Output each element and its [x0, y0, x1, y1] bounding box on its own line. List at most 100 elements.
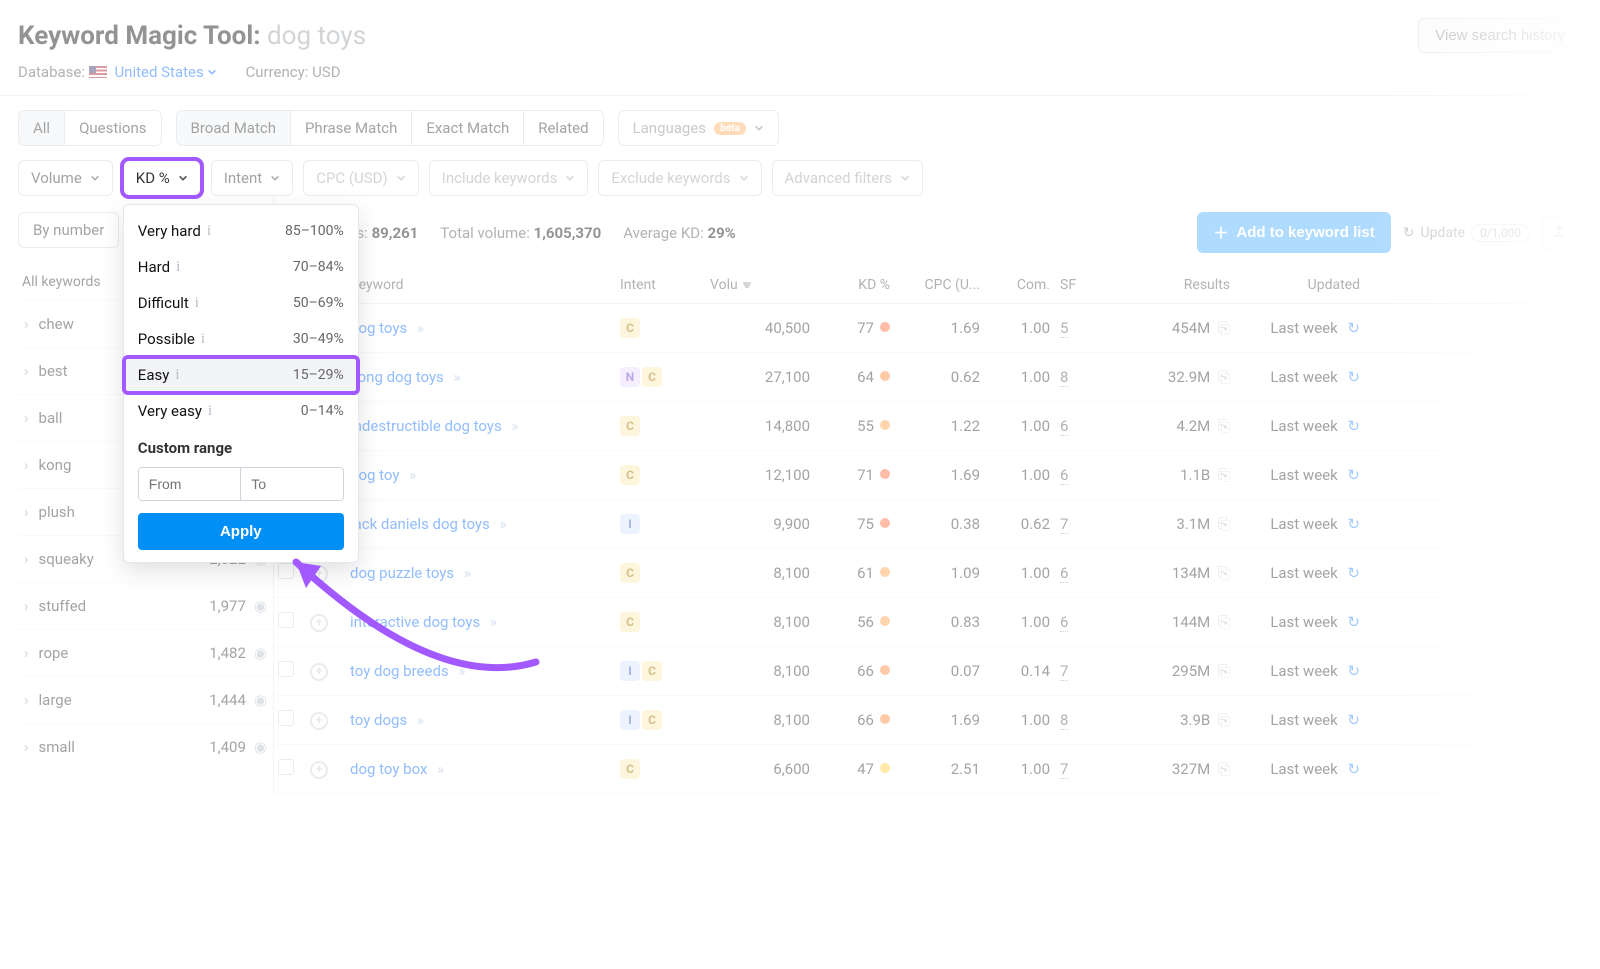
add-row-icon[interactable]: + — [310, 712, 328, 730]
tab-exact[interactable]: Exact Match — [412, 110, 524, 146]
add-row-icon[interactable]: + — [310, 761, 328, 779]
kd-option-possible[interactable]: Possible i30–49% — [124, 321, 358, 357]
refresh-row-icon[interactable]: ↻ — [1344, 515, 1360, 533]
filter-intent[interactable]: Intent — [211, 160, 293, 196]
export-button[interactable] — [1542, 216, 1576, 250]
tab-all[interactable]: All — [18, 110, 65, 146]
serp-icon[interactable]: ⎘ — [1214, 711, 1230, 729]
filter-cpc[interactable]: CPC (USD) — [303, 160, 419, 196]
filter-include[interactable]: Include keywords — [429, 160, 589, 196]
kd-option-easy[interactable]: Easy i15–29% — [124, 357, 358, 393]
com-cell: 0.14 — [990, 662, 1060, 680]
tab-phrase[interactable]: Phrase Match — [291, 110, 412, 146]
col-keyword[interactable]: Keyword — [350, 277, 620, 293]
add-to-keyword-list-button[interactable]: ＋ Add to keyword list — [1197, 212, 1390, 253]
languages-dropdown[interactable]: Languages beta — [618, 110, 779, 146]
row-checkbox[interactable] — [278, 612, 294, 628]
keyword-link[interactable]: interactive dog toys » — [350, 613, 497, 631]
keyword-link[interactable]: toy dog breeds » — [350, 662, 465, 680]
col-com[interactable]: Com. — [990, 277, 1060, 293]
kd-apply-button[interactable]: Apply — [138, 513, 344, 550]
sidebar-item-small[interactable]: ›small1,409◉ — [18, 723, 273, 770]
view-history-button[interactable]: View search history — [1418, 18, 1582, 53]
database-picker[interactable]: Database: United States — [18, 63, 217, 81]
sf-cell[interactable]: 6 — [1060, 564, 1120, 582]
table-row: +jack daniels dog toys »I9,900750.380.62… — [274, 500, 1582, 549]
keyword-link[interactable]: jack daniels dog toys » — [350, 515, 507, 533]
by-number-toggle[interactable]: By number — [18, 212, 119, 248]
refresh-row-icon[interactable]: ↻ — [1344, 613, 1360, 631]
serp-icon[interactable]: ⎘ — [1214, 760, 1230, 778]
sidebar-item-large[interactable]: ›large1,444◉ — [18, 676, 273, 723]
kd-option-very-hard[interactable]: Very hard i85–100% — [124, 213, 358, 249]
sf-cell[interactable]: 8 — [1060, 368, 1120, 386]
keyword-link[interactable]: dog toy » — [350, 466, 416, 484]
keyword-link[interactable]: indestructible dog toys » — [350, 417, 518, 435]
keyword-link[interactable]: dog toy box » — [350, 760, 444, 778]
refresh-row-icon[interactable]: ↻ — [1344, 319, 1360, 337]
serp-icon[interactable]: ⎘ — [1214, 515, 1230, 533]
keyword-link[interactable]: dog toys » — [350, 319, 424, 337]
serp-icon[interactable]: ⎘ — [1214, 662, 1230, 680]
kd-option-hard[interactable]: Hard i70–84% — [124, 249, 358, 285]
row-checkbox[interactable] — [278, 759, 294, 775]
col-updated[interactable]: Updated — [1240, 277, 1370, 293]
update-button[interactable]: ↻ Update 0/1,000 — [1403, 224, 1530, 242]
serp-icon[interactable]: ⎘ — [1214, 417, 1230, 435]
kd-option-very-easy[interactable]: Very easy i0–14% — [124, 393, 358, 429]
refresh-row-icon[interactable]: ↻ — [1344, 466, 1360, 484]
tab-broad[interactable]: Broad Match — [176, 110, 291, 146]
row-checkbox[interactable] — [278, 661, 294, 677]
col-volume[interactable]: Volu — [710, 277, 820, 293]
serp-icon[interactable]: ⎘ — [1214, 368, 1230, 386]
sf-cell[interactable]: 7 — [1060, 662, 1120, 680]
eye-icon[interactable]: ◉ — [254, 738, 267, 756]
eye-icon[interactable]: ◉ — [254, 597, 267, 615]
filter-kd[interactable]: KD % — [123, 160, 201, 196]
filter-volume[interactable]: Volume — [18, 160, 113, 196]
sf-cell[interactable]: 7 — [1060, 515, 1120, 533]
refresh-row-icon[interactable]: ↻ — [1344, 711, 1360, 729]
results-cell: 144M ⎘ — [1120, 613, 1240, 631]
tab-questions[interactable]: Questions — [65, 110, 161, 146]
col-kd[interactable]: KD % — [820, 277, 900, 293]
sf-cell[interactable]: 5 — [1060, 319, 1120, 337]
keyword-link[interactable]: dog puzzle toys » — [350, 564, 471, 582]
sf-cell[interactable]: 8 — [1060, 711, 1120, 729]
add-row-icon[interactable]: + — [310, 614, 328, 632]
eye-icon[interactable]: ◉ — [254, 691, 267, 709]
kd-to-input[interactable] — [240, 468, 343, 500]
refresh-row-icon[interactable]: ↻ — [1344, 760, 1360, 778]
sf-cell[interactable]: 6 — [1060, 613, 1120, 631]
col-sf[interactable]: SF — [1060, 277, 1120, 293]
refresh-row-icon[interactable]: ↻ — [1344, 417, 1360, 435]
serp-icon[interactable]: ⎘ — [1214, 319, 1230, 337]
sidebar-item-stuffed[interactable]: ›stuffed1,977◉ — [18, 582, 273, 629]
col-results[interactable]: Results — [1120, 277, 1240, 293]
tab-related[interactable]: Related — [524, 110, 603, 146]
eye-icon[interactable]: ◉ — [254, 644, 267, 662]
col-intent[interactable]: Intent — [620, 277, 710, 293]
add-row-icon[interactable]: + — [310, 663, 328, 681]
row-checkbox[interactable] — [278, 710, 294, 726]
refresh-row-icon[interactable]: ↻ — [1344, 564, 1360, 582]
refresh-row-icon[interactable]: ↻ — [1344, 662, 1360, 680]
keyword-link[interactable]: kong dog toys » — [350, 368, 461, 386]
row-checkbox[interactable] — [278, 563, 294, 579]
kd-from-input[interactable] — [139, 468, 241, 500]
serp-icon[interactable]: ⎘ — [1214, 564, 1230, 582]
sf-cell[interactable]: 6 — [1060, 417, 1120, 435]
sidebar-item-rope[interactable]: ›rope1,482◉ — [18, 629, 273, 676]
serp-icon[interactable]: ⎘ — [1214, 466, 1230, 484]
filter-advanced[interactable]: Advanced filters — [772, 160, 923, 196]
col-cpc[interactable]: CPC (U... — [900, 277, 990, 293]
serp-icon[interactable]: ⎘ — [1214, 613, 1230, 631]
kd-option-difficult[interactable]: Difficult i50–69% — [124, 285, 358, 321]
results-cell: 32.9M ⎘ — [1120, 368, 1240, 386]
filter-exclude[interactable]: Exclude keywords — [598, 160, 761, 196]
add-row-icon[interactable]: + — [310, 565, 328, 583]
refresh-row-icon[interactable]: ↻ — [1344, 368, 1360, 386]
keyword-link[interactable]: toy dogs » — [350, 711, 424, 729]
sf-cell[interactable]: 7 — [1060, 760, 1120, 778]
sf-cell[interactable]: 6 — [1060, 466, 1120, 484]
